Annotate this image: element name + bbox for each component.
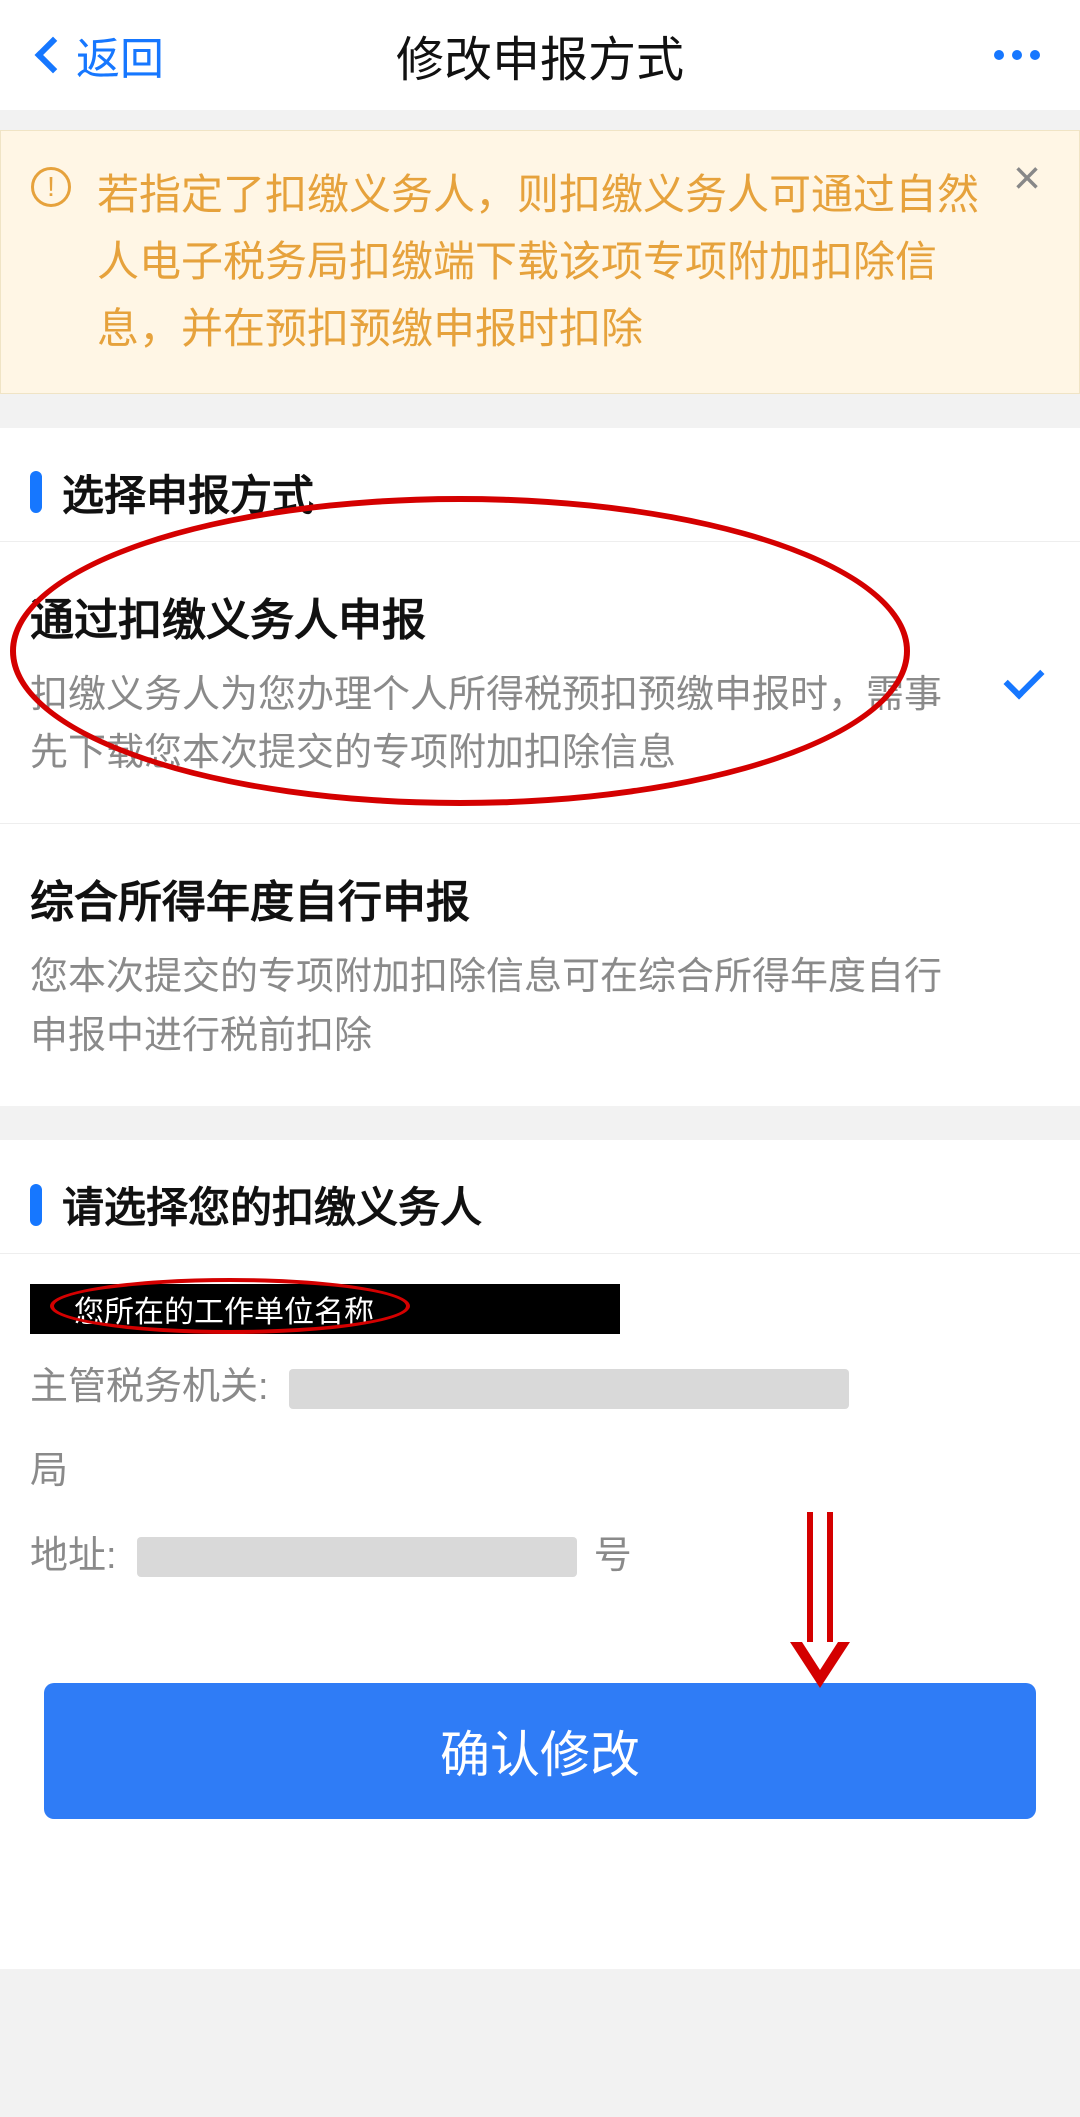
annotation-ellipse-small (50, 1278, 410, 1334)
back-button[interactable]: 返回 (40, 23, 164, 87)
section-title-employer: 请选择您的扣缴义务人 (62, 1174, 482, 1235)
address-label: 地址: (30, 1535, 117, 1577)
notice-text: 若指定了扣缴义务人，则扣缴义务人可通过自然人电子税务局扣缴端下载该项专项附加扣除… (97, 161, 1049, 363)
employer-tax-authority-row: 主管税务机关: (30, 1351, 1050, 1423)
employer-tax-authority-suffix: 局 (30, 1435, 1050, 1507)
back-label: 返回 (76, 23, 164, 87)
nav-bar: 返回 修改申报方式 (0, 0, 1080, 110)
option-desc: 您本次提交的专项附加扣除信息可在综合所得年度自行申报中进行税前扣除 (30, 948, 960, 1066)
more-icon[interactable] (994, 50, 1040, 60)
option-desc: 扣缴义务人为您办理个人所得税预扣预缴申报时，需事先下载您本次提交的专项附加扣除信… (30, 666, 960, 784)
head-bar-icon (30, 471, 42, 513)
notice-banner: ! 若指定了扣缴义务人，则扣缴义务人可通过自然人电子税务局扣缴端下载该项专项附加… (0, 130, 1080, 394)
option-title: 通过扣缴义务人申报 (30, 584, 960, 648)
section-head-method: 选择申报方式 (0, 428, 1080, 541)
employer-address-row: 地址: 号 (30, 1520, 1050, 1592)
section-head-employer: 请选择您的扣缴义务人 (0, 1140, 1080, 1253)
close-icon[interactable]: × (1005, 161, 1049, 205)
tax-authority-label: 主管税务机关: (30, 1366, 269, 1408)
option-title: 综合所得年度自行申报 (30, 866, 960, 930)
confirm-button[interactable]: 确认修改 (44, 1683, 1036, 1819)
chevron-left-icon (35, 37, 72, 74)
address-suffix: 号 (594, 1535, 632, 1577)
option-withholding-agent[interactable]: 通过扣缴义务人申报 扣缴义务人为您办理个人所得税预扣预缴申报时，需事先下载您本次… (0, 541, 1080, 824)
employer-name-redacted: 您所在的工作单位名称 (30, 1284, 620, 1334)
warning-icon: ! (31, 167, 71, 207)
option-self-declare[interactable]: 综合所得年度自行申报 您本次提交的专项附加扣除信息可在综合所得年度自行申报中进行… (0, 823, 1080, 1106)
employer-item[interactable]: 您所在的工作单位名称 主管税务机关: 局 地址: 号 (0, 1253, 1080, 1622)
redacted-band (137, 1537, 577, 1577)
section-method: 选择申报方式 通过扣缴义务人申报 扣缴义务人为您办理个人所得税预扣预缴申报时，需… (0, 428, 1080, 1107)
section-employer: 请选择您的扣缴义务人 您所在的工作单位名称 主管税务机关: 局 地址: 号 (0, 1140, 1080, 1622)
section-title-method: 选择申报方式 (62, 462, 314, 523)
check-icon (998, 658, 1046, 706)
confirm-area: 确认修改 (0, 1622, 1080, 1969)
redacted-band (289, 1369, 849, 1409)
confirm-label: 确认修改 (440, 1715, 640, 1787)
head-bar-icon (30, 1184, 42, 1226)
page-title: 修改申报方式 (396, 20, 684, 90)
